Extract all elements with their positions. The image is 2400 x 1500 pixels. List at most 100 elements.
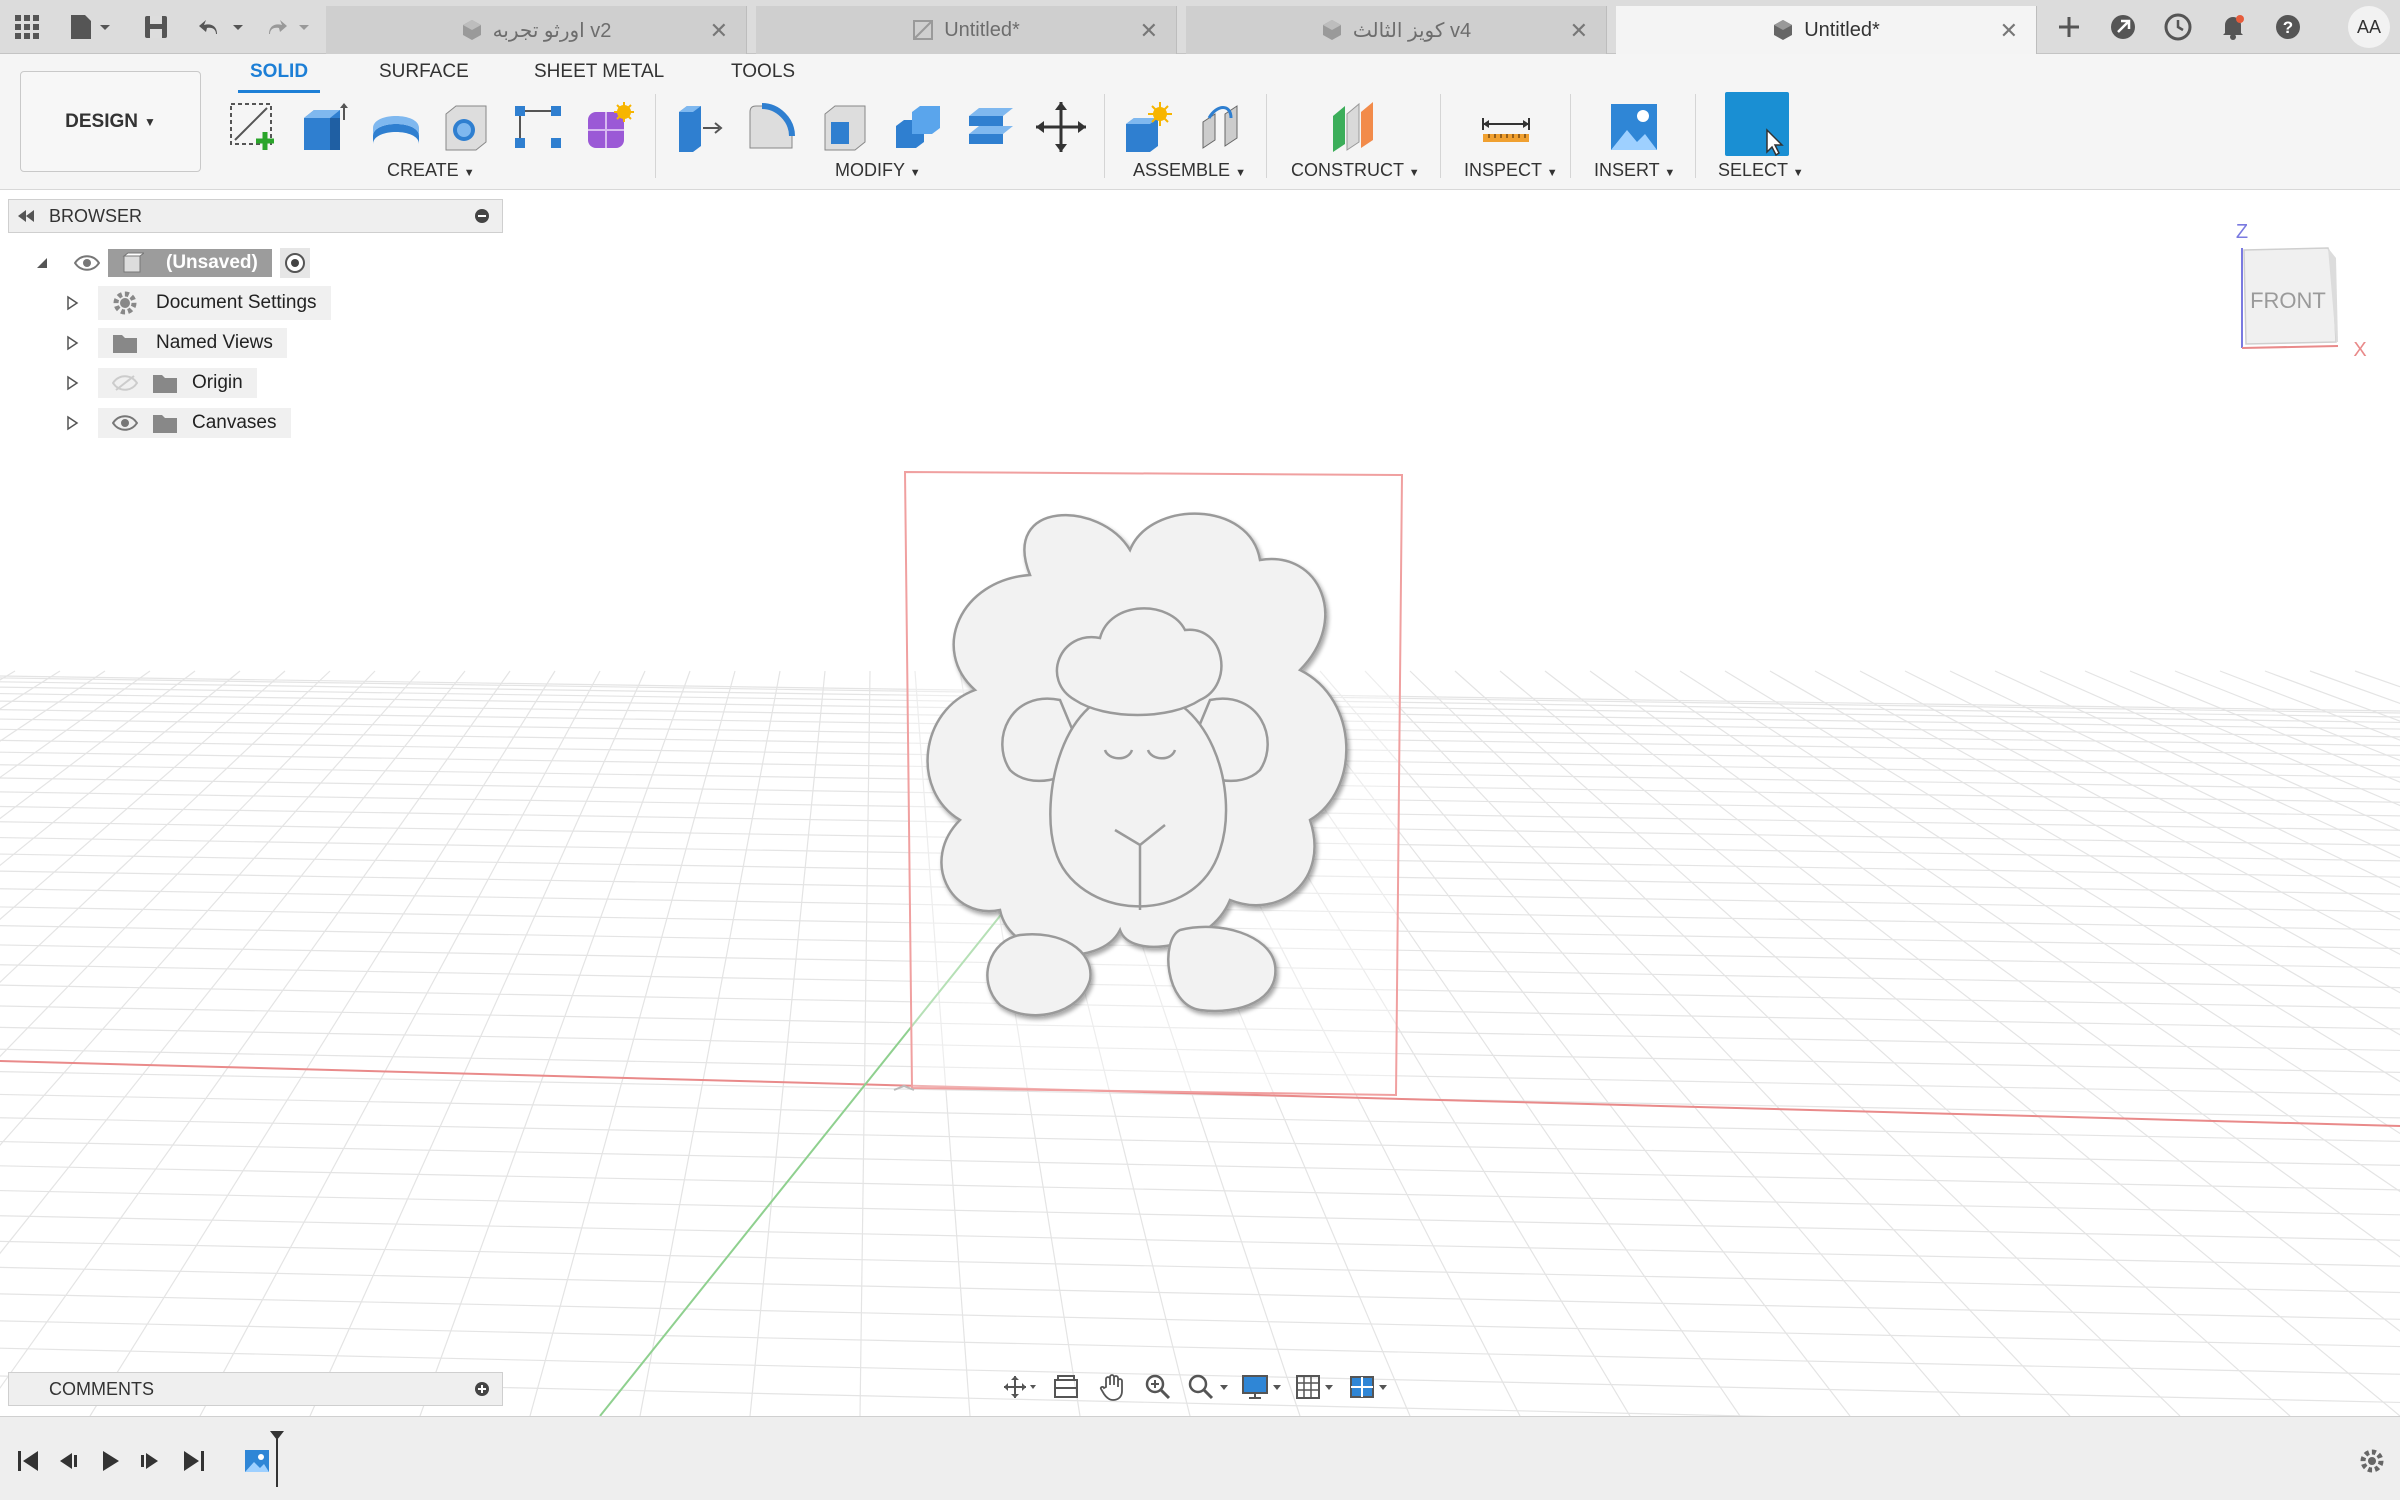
hole-tool[interactable] (439, 96, 495, 158)
browser-item-canvases[interactable]: Canvases (60, 406, 291, 440)
browser-panel-header[interactable]: BROWSER (8, 199, 503, 233)
root-component[interactable]: (Unsaved) (108, 249, 272, 277)
browser-item-origin[interactable]: Origin (60, 366, 257, 400)
close-tab-icon[interactable]: ✕ (2000, 18, 2018, 44)
tab-surface[interactable]: SURFACE (379, 61, 469, 93)
inspect-menu[interactable]: INSPECT ▼ (1464, 160, 1558, 181)
view-cube-face: FRONT (2250, 288, 2326, 313)
new-tab-icon[interactable] (2050, 8, 2088, 46)
fillet-tool[interactable] (745, 96, 801, 158)
help-icon[interactable]: ? (2270, 8, 2306, 46)
expand-arrow-icon[interactable] (30, 256, 54, 270)
comments-title: COMMENTS (49, 1378, 154, 1399)
orbit-icon[interactable] (1000, 1371, 1040, 1403)
gear-icon (112, 290, 138, 316)
toolbar-divider (1570, 94, 1571, 178)
measure-tool[interactable] (1478, 96, 1534, 158)
joint-tool[interactable] (1194, 96, 1250, 158)
go-to-start-icon[interactable] (10, 1443, 46, 1479)
revolve-tool[interactable] (368, 96, 424, 158)
activate-radio-icon[interactable] (279, 248, 310, 278)
insert-menu[interactable]: INSERT ▼ (1594, 160, 1675, 181)
display-settings-icon[interactable] (1238, 1371, 1286, 1403)
component-icon (122, 252, 144, 274)
timeline-marker[interactable] (270, 1431, 284, 1487)
hidden-eye-icon[interactable] (112, 374, 138, 392)
extrude-tool[interactable] (297, 96, 353, 158)
expand-arrow-icon[interactable] (60, 295, 84, 311)
visibility-eye-icon[interactable] (74, 254, 100, 272)
collapse-panel-icon[interactable] (9, 210, 43, 222)
insert-label: INSERT (1594, 160, 1660, 180)
mouse-pointer-icon (1766, 128, 1784, 156)
timeline-settings-gear-icon[interactable] (2354, 1443, 2390, 1479)
visibility-eye-icon[interactable] (112, 414, 138, 432)
construct-menu[interactable]: CONSTRUCT ▼ (1291, 160, 1420, 181)
chevron-down-icon: ▼ (143, 114, 156, 129)
offset-face-tool[interactable] (964, 96, 1020, 158)
create-sketch-tool[interactable] (226, 96, 282, 158)
browser-item-label: Origin (192, 372, 243, 393)
zoom-icon[interactable] (1138, 1371, 1178, 1403)
document-tab[interactable]: اورثو تجربه v2 ✕ (326, 6, 747, 54)
pattern-tool[interactable] (510, 96, 566, 158)
move-copy-tool[interactable] (1033, 96, 1089, 158)
modify-menu[interactable]: MODIFY ▼ (835, 160, 921, 181)
look-at-icon[interactable] (1046, 1371, 1086, 1403)
add-comment-icon[interactable] (474, 1381, 490, 1397)
browser-item-document-settings[interactable]: Document Settings (60, 286, 331, 320)
canvas-image[interactable] (880, 460, 1420, 1110)
combine-tool[interactable] (891, 96, 947, 158)
tab-solid[interactable]: SOLID (238, 61, 321, 93)
file-menu-icon[interactable] (66, 8, 116, 46)
chevron-down-icon: ▼ (1546, 167, 1558, 179)
assemble-menu[interactable]: ASSEMBLE ▼ (1133, 160, 1246, 181)
close-tab-icon[interactable]: ✕ (1570, 18, 1588, 44)
document-tab[interactable]: Untitled* ✕ (756, 6, 1177, 54)
pan-hand-icon[interactable] (1092, 1371, 1132, 1403)
document-tab-active[interactable]: Untitled* ✕ (1616, 6, 2037, 54)
minimize-icon[interactable] (474, 208, 490, 224)
offset-plane-tool[interactable] (1326, 96, 1382, 158)
expand-arrow-icon[interactable] (60, 375, 84, 391)
grid-settings-icon[interactable] (1292, 1371, 1340, 1403)
apps-grid-icon[interactable] (12, 8, 42, 46)
fit-zoom-icon[interactable] (1184, 1371, 1232, 1403)
close-tab-icon[interactable]: ✕ (1140, 18, 1158, 44)
tab-label: اورثو تجربه v2 (492, 19, 612, 42)
go-to-end-icon[interactable] (176, 1443, 212, 1479)
select-menu[interactable]: SELECT ▼ (1718, 160, 1804, 181)
insert-canvas-tool[interactable] (1606, 96, 1662, 158)
sketch-doc-icon (912, 19, 934, 41)
close-tab-icon[interactable]: ✕ (710, 18, 728, 44)
step-forward-icon[interactable] (132, 1443, 168, 1479)
expand-arrow-icon[interactable] (60, 415, 84, 431)
comments-panel-header[interactable]: COMMENTS (8, 1372, 503, 1406)
step-back-icon[interactable] (50, 1443, 86, 1479)
folder-icon (152, 412, 178, 434)
play-icon[interactable] (92, 1443, 128, 1479)
tab-tools[interactable]: TOOLS (731, 61, 795, 93)
expand-arrow-icon[interactable] (60, 335, 84, 351)
shell-tool[interactable] (818, 96, 874, 158)
create-menu[interactable]: CREATE ▼ (387, 160, 475, 181)
undo-icon[interactable] (196, 8, 250, 46)
select-tool[interactable] (1725, 92, 1789, 156)
new-component-tool[interactable] (1121, 96, 1177, 158)
browser-item-named-views[interactable]: Named Views (60, 326, 287, 360)
user-avatar[interactable]: AA (2348, 6, 2390, 48)
create-form-tool[interactable] (581, 96, 637, 158)
redo-icon[interactable] (262, 8, 316, 46)
extensions-icon[interactable] (2105, 8, 2141, 46)
viewports-icon[interactable] (1346, 1371, 1394, 1403)
view-cube[interactable]: FRONT Z X (2220, 218, 2400, 358)
workspace-switcher-button[interactable]: DESIGN ▼ (20, 71, 201, 172)
press-pull-tool[interactable] (672, 96, 728, 158)
construct-label: CONSTRUCT (1291, 160, 1404, 180)
job-status-icon[interactable] (2160, 8, 2196, 46)
browser-root-item[interactable]: (Unsaved) (30, 246, 310, 280)
notifications-icon[interactable] (2215, 8, 2251, 46)
document-tab[interactable]: كويز الثالث v4 ✕ (1186, 6, 1607, 54)
save-icon[interactable] (140, 8, 172, 46)
tab-sheet-metal[interactable]: SHEET METAL (534, 61, 664, 93)
